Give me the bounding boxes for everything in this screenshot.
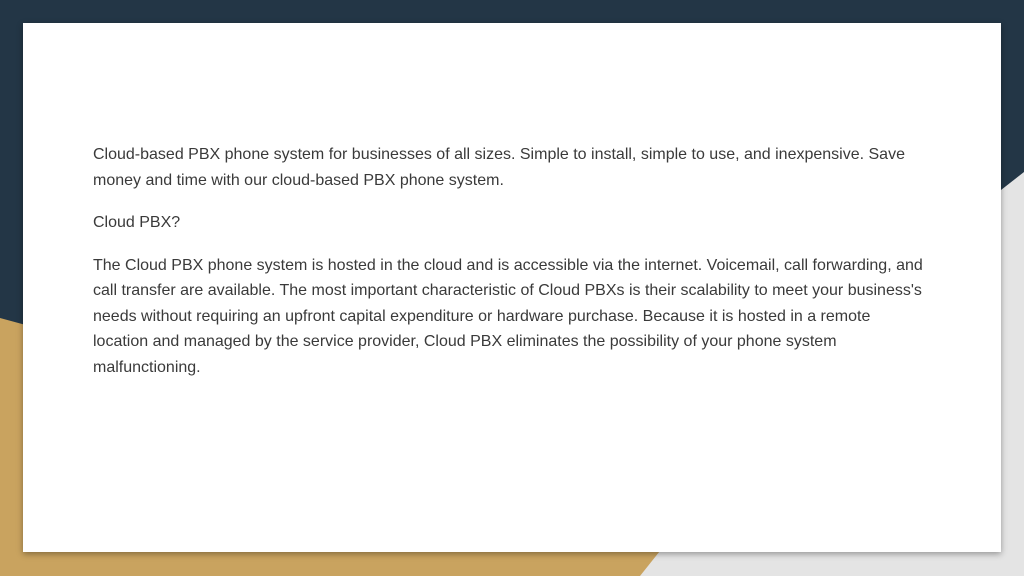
intro-paragraph: Cloud-based PBX phone system for busines… [93, 146, 905, 189]
body-paragraph: The Cloud PBX phone system is hosted in … [93, 256, 923, 376]
slide-background: Cloud-based PBX phone system for busines… [0, 0, 1024, 576]
slide-card: Cloud-based PBX phone system for busines… [23, 23, 1001, 552]
section-heading: Cloud PBX? [93, 214, 181, 231]
slide-content: Cloud-based PBX phone system for busines… [93, 142, 923, 397]
